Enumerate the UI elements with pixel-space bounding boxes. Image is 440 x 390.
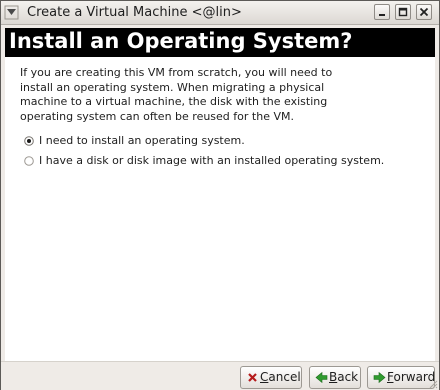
window-title: Create a Virtual Machine <@lin> (27, 5, 242, 20)
description-line: If you are creating this VM from scratch… (20, 66, 333, 79)
back-button[interactable]: Back (309, 366, 361, 389)
close-button[interactable] (416, 4, 432, 20)
back-mnemonic: B (329, 370, 338, 384)
radio-unselected-icon[interactable] (24, 156, 34, 166)
maximize-icon (398, 7, 408, 17)
button-bar: Cancel Back Forward (1, 361, 439, 390)
cancel-label: ancel (268, 370, 301, 384)
cancel-button[interactable]: Cancel (240, 366, 302, 389)
existing-disk-label[interactable]: I have a disk or disk image with an inst… (39, 154, 384, 167)
forward-button[interactable]: Forward (367, 366, 435, 389)
maximize-button[interactable] (395, 4, 411, 20)
description-line: install an operating system. When migrat… (20, 80, 325, 94)
create-vm-window: Create a Virtual Machine <@lin> Install … (0, 0, 440, 390)
forward-arrow-icon (373, 371, 386, 384)
minimize-button[interactable] (374, 4, 390, 20)
window-menu-icon[interactable] (4, 5, 19, 20)
description-text: If you are creating this VM from scratch… (20, 66, 350, 124)
install-os-label[interactable]: I need to install an operating system. (39, 134, 245, 147)
back-label: ack (337, 370, 359, 384)
close-icon (419, 7, 429, 17)
page-title: Install an Operating System? (9, 29, 353, 53)
description-line: machine to a virtual machine, the disk w… (20, 95, 328, 108)
cancel-x-icon (248, 373, 257, 382)
back-arrow-icon (315, 371, 328, 384)
radio-selected-icon[interactable] (24, 136, 34, 146)
description-line: operating system can often be reused for… (20, 109, 294, 123)
title-bar[interactable]: Create a Virtual Machine <@lin> (1, 1, 439, 25)
minimize-icon (379, 14, 385, 16)
wizard-content: If you are creating this VM from scratch… (5, 57, 435, 361)
resize-grip-icon[interactable] (428, 379, 438, 389)
page-header: Install an Operating System? (5, 28, 435, 57)
